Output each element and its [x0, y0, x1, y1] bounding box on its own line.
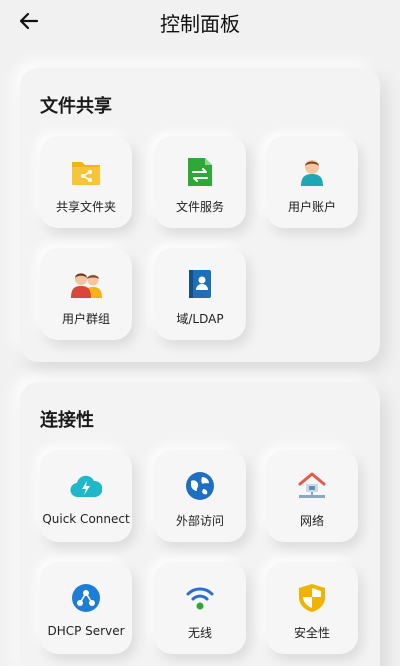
- user-group-icon: [70, 268, 102, 300]
- tile-label: Quick Connect: [42, 512, 130, 526]
- tile-label: 安全性: [293, 626, 330, 640]
- domain-ldap-icon: [184, 268, 216, 300]
- connectivity-section: 连接性 Quick Connect 外部访问 网络 DHCP Server 无线…: [20, 382, 380, 666]
- tile-shared-folder[interactable]: 共享文件夹: [40, 136, 132, 228]
- tile-label: 文件服务: [175, 200, 224, 214]
- tile-user-group[interactable]: 用户群组: [40, 248, 132, 340]
- tile-security[interactable]: 安全性: [266, 562, 358, 654]
- wireless-wifi-icon: [184, 582, 216, 614]
- page-title: 控制面板: [160, 12, 240, 36]
- quick-connect-cloud-icon: [70, 470, 102, 502]
- tile-file-services[interactable]: 文件服务: [154, 136, 246, 228]
- security-shield-icon: [296, 582, 328, 614]
- tile-domain-ldap[interactable]: 域/LDAP: [154, 248, 246, 340]
- file-sharing-section: 文件共享 共享文件夹 文件服务 用户账户 用户群组 域/LDAP: [20, 68, 380, 362]
- tile-wireless[interactable]: 无线: [154, 562, 246, 654]
- dhcp-server-icon: [70, 582, 102, 614]
- file-services-icon: [184, 156, 216, 188]
- tile-external-access[interactable]: 外部访问: [154, 450, 246, 542]
- tile-label: 域/LDAP: [176, 312, 224, 326]
- tile-user-account[interactable]: 用户账户: [266, 136, 358, 228]
- external-access-globe-icon: [184, 470, 216, 502]
- tile-label: 无线: [187, 626, 212, 640]
- user-account-icon: [296, 156, 328, 188]
- tile-quick-connect[interactable]: Quick Connect: [40, 450, 132, 542]
- tile-network[interactable]: 网络: [266, 450, 358, 542]
- tile-label: DHCP Server: [47, 624, 125, 638]
- control-panel-screen: 控制面板 文件共享 共享文件夹 文件服务 用户账户 用户群组 域/LDAP 连接…: [0, 0, 400, 666]
- tile-label: 用户群组: [61, 312, 110, 326]
- shared-folder-icon: [70, 156, 102, 188]
- tile-label: 共享文件夹: [55, 200, 116, 214]
- tile-dhcp-server[interactable]: DHCP Server: [40, 562, 132, 654]
- tile-label: 用户账户: [287, 200, 336, 214]
- tile-label: 外部访问: [175, 514, 224, 528]
- section-title: 文件共享: [40, 96, 112, 117]
- tile-label: 网络: [299, 514, 324, 528]
- section-title: 连接性: [40, 410, 94, 431]
- top-bar: 控制面板: [0, 0, 400, 44]
- network-house-icon: [296, 470, 328, 502]
